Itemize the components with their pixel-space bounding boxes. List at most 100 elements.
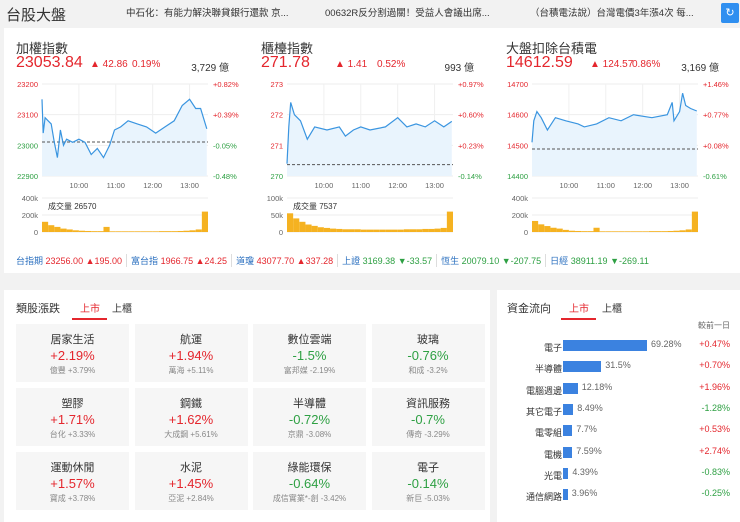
sector-tile[interactable]: 半導體 -0.72% 京鼎 -3.08% [253,388,366,446]
sector-tile[interactable]: 電子 -0.14% 新巨 -5.03% [371,452,485,510]
volume-bar [538,224,545,232]
volume-bar [72,230,79,232]
flow-bar [563,446,573,458]
volume-bar [648,231,655,232]
intraday-chart: 273 +0.97% 272 +0.60% 271 +0.23% 270 -0.14% 10:0… [267,80,484,237]
index-card[interactable]: 櫃檯指數 271.78 ▲ 1.41 0.52% 993 億 273 +0.97% 2… [249,28,494,243]
header: 台股大盤 中石化：有能力解決聯貸銀行還款 京... 00632R反分割過關！受益… [0,0,740,28]
tab-otc[interactable]: 上櫃 [112,300,132,315]
sector-tile[interactable]: 玻璃 -0.76% 和成 -3.2% [371,324,485,382]
volume-bar [691,211,698,232]
volume-bar [85,230,92,232]
volume-bar [403,229,410,232]
volume-tick-label: 200k [22,211,39,220]
volume-bar [171,231,178,232]
volume-bar [440,227,447,232]
sector-tile[interactable]: 塑膠 +1.71% 台化 +3.33% [16,388,129,446]
ticker-item[interactable]: 道瓊 43077.70 ▲337.28 [232,253,339,267]
sector-tile[interactable]: 數位雲端 -1.5% 富邦媒 -2.19% [253,324,366,382]
fund-flow-row: 光電 4.39% -0.83% [497,465,740,485]
y-tick-label: 14400 [507,172,528,181]
flow-share: 12.18% [581,381,613,392]
ticker-item[interactable]: 富台指 1966.75 ▲24.25 [127,253,233,267]
volume-bar [342,229,349,232]
volume-bar [48,225,55,232]
pct-tick-label: +0.82% [213,80,239,89]
volume-tick-label: 400k [512,194,529,203]
intraday-chart: 23200 +0.82% 23100 +0.39% 23000 -0.05% 22900 -0… [17,80,239,237]
time-label: 12:00 [388,181,407,190]
volume-bar [78,230,86,232]
ticker-item[interactable]: 上證 3169.38 ▼-33.57 [338,253,438,267]
flow-change: -0.25% [701,488,730,499]
ticker-value: 1966.75 [160,255,194,266]
volume-bar [177,230,184,232]
volume-tick-label: 400k [22,194,39,203]
sector-tile[interactable]: 資訊服務 -0.7% 傳奇 -3.29% [371,388,485,446]
tab-otc[interactable]: 上櫃 [602,300,622,315]
flow-change: +2.74% [699,445,730,456]
volume-bar [636,231,643,232]
sector-tile[interactable]: 綠能環保 -0.64% 成信實業*-創 -3.42% [253,452,366,510]
ticker-name: 道瓊 [236,255,255,266]
sector-tile[interactable]: 運動休閒 +1.57% 寶成 +3.78% [16,452,129,510]
sector-tile[interactable]: 居家生活 +2.19% 億豐 +3.79% [16,324,129,382]
volume-bar [544,226,551,232]
sector-name: 數位雲端 [287,334,332,346]
ticker-value: 3169.38 [362,255,396,266]
volume-bar [146,231,153,232]
index-panel: 加權指數 23053.84 ▲ 42.86 0.19% 3,729 億 23200… [4,28,740,273]
news-link[interactable]: 00632R反分割過關！受益人會議出席... [325,8,520,19]
ticker-item[interactable]: 台指期 23256.00 ▲195.00 [12,253,128,267]
flow-change: +0.53% [699,424,730,435]
volume-bar [599,231,606,232]
sector-name: 航運 [180,334,202,346]
index-card[interactable]: 加權指數 23053.84 ▲ 42.86 0.19% 3,729 億 23200… [4,28,249,243]
sector-leader: 台化 +3.33% [49,430,96,439]
volume-bar [158,231,165,232]
sector-tile[interactable]: 水泥 +1.45% 亞泥 +2.84% [134,452,248,510]
refresh-button[interactable]: ↻ [721,3,739,23]
flow-share: 69.28% [651,339,682,349]
fund-flow-row: 電零組 7.7% +0.53% [497,422,740,442]
news-link[interactable]: （台積電法說）台灣電價3年漲4次 每... [530,8,716,19]
volume-bar [189,230,196,232]
tab-listed[interactable]: 上市 [569,300,589,315]
fund-flow-row: 電機 7.59% +2.74% [497,444,740,464]
sector-pct: -0.14% [407,476,449,491]
ticker-item[interactable]: 日經 38911.19 ▼-269.11 [546,254,653,267]
tab-listed[interactable]: 上市 [80,300,100,315]
y-tick-label: 23200 [17,80,38,89]
volume-tick-label: 0 [279,228,283,237]
ticker-value: 20079.10 [461,255,500,266]
volume-bar [287,213,294,232]
sector-tile[interactable]: 鋼鐵 +1.62% 大成鋼 +5.61% [134,388,248,446]
news-link[interactable]: 中石化：有能力解決聯貸銀行還款 京... [126,8,316,19]
volume-bar [195,229,202,232]
volume-bar [679,230,686,232]
sector-name: 居家生活 [50,334,95,346]
y-tick-label: 271 [270,141,283,150]
volume-tick-label: 0 [524,228,528,237]
volume-bar [624,231,631,232]
volume-bar [140,231,147,232]
pct-tick-label: -0.05% [213,141,237,150]
volume-bar [317,227,324,232]
y-tick-label: 14700 [507,80,528,89]
sector-tile[interactable]: 航運 +1.94% 萬海 +5.11% [134,324,248,382]
volume-bar [409,229,417,232]
flow-change: +1.96% [699,381,730,392]
volume-bar [630,231,637,232]
sector-name: 資訊服務 [406,398,450,410]
flow-share: 3.96% [571,488,598,499]
flow-label: 其它電子 [525,406,562,417]
index-card[interactable]: 大盤扣除台積電 14612.59 ▲ 124.57 0.86% 3,169 億1… [494,28,739,243]
sector-pct: -1.5% [292,348,327,363]
sector-panel: 類股漲跌 上市 上櫃 居家生活 +2.19% 億豐 +3.79% 航運 +1.94… [4,290,490,522]
flow-change: -1.28% [701,402,730,413]
flow-bar [563,403,574,415]
pct-tick-label: +1.46% [703,80,729,89]
ticker-item[interactable]: 恆生 20079.10 ▼-207.75 [437,253,547,267]
volume-tick-label: 50k [271,211,283,220]
volume-bar [379,229,386,232]
